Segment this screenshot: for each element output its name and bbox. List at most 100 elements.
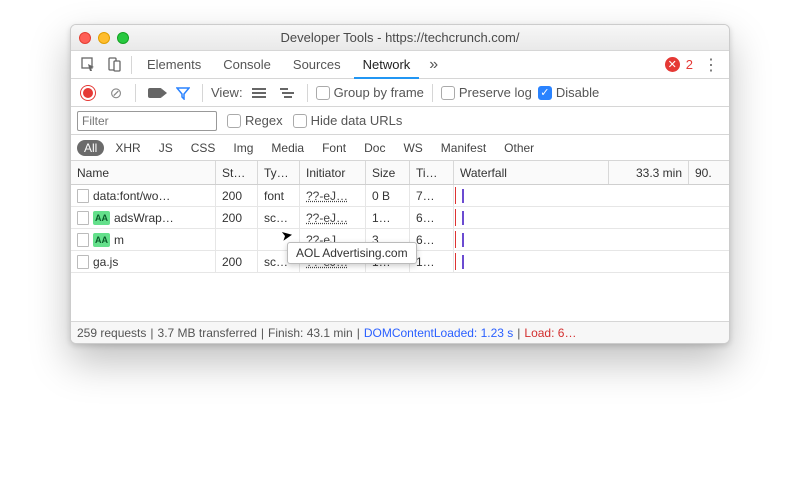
- col-time[interactable]: Ti…: [410, 161, 454, 184]
- error-count[interactable]: 2: [686, 57, 693, 72]
- cursor-icon: ➤: [280, 226, 295, 245]
- divider: [135, 84, 136, 102]
- type-ws[interactable]: WS: [396, 140, 429, 156]
- preserve-log-label: Preserve log: [459, 85, 532, 100]
- type-js[interactable]: JS: [152, 140, 180, 156]
- row-status: 200: [216, 185, 258, 206]
- col-end: 90.: [689, 161, 729, 184]
- row-time: 6…: [410, 207, 454, 228]
- filter-input[interactable]: [77, 111, 217, 131]
- table-row[interactable]: AA adsWrap… 200 sc… ??-eJ… 1… 6…: [71, 207, 729, 229]
- group-by-frame-checkbox[interactable]: Group by frame: [316, 85, 424, 100]
- type-xhr[interactable]: XHR: [108, 140, 147, 156]
- waterfall-bar: [462, 189, 464, 203]
- record-icon[interactable]: [77, 82, 99, 104]
- divider: [432, 84, 433, 102]
- regex-label: Regex: [245, 113, 283, 128]
- status-finish: Finish: 43.1 min: [268, 326, 353, 340]
- hide-data-urls-label: Hide data URLs: [311, 113, 403, 128]
- col-name[interactable]: Name: [71, 161, 216, 184]
- devtools-window: Developer Tools - https://techcrunch.com…: [70, 24, 730, 344]
- row-status: [216, 229, 258, 250]
- tooltip: AOL Advertising.com: [287, 242, 417, 264]
- type-manifest[interactable]: Manifest: [434, 140, 493, 156]
- type-all[interactable]: All: [77, 140, 104, 156]
- tab-elements[interactable]: Elements: [138, 51, 210, 79]
- file-icon: [77, 233, 89, 247]
- large-rows-icon[interactable]: [249, 82, 271, 104]
- device-toggle-icon[interactable]: [103, 54, 125, 76]
- row-name: m: [114, 233, 124, 247]
- status-domcontentloaded: DOMContentLoaded: 1.23 s: [364, 326, 513, 340]
- status-requests: 259 requests: [77, 326, 146, 340]
- titlebar: Developer Tools - https://techcrunch.com…: [71, 25, 729, 51]
- regex-checkbox[interactable]: Regex: [227, 113, 283, 128]
- status-sep: |: [517, 326, 520, 340]
- network-toolbar: ⊘ View: Group by frame Preserve log ✓Dis…: [71, 79, 729, 107]
- file-icon: [77, 189, 89, 203]
- type-media[interactable]: Media: [264, 140, 311, 156]
- disable-label: Disable: [556, 85, 599, 100]
- col-initiator[interactable]: Initiator: [300, 161, 366, 184]
- clear-icon[interactable]: ⊘: [105, 82, 127, 104]
- status-load: Load: 6…: [524, 326, 576, 340]
- disable-cache-checkbox[interactable]: ✓Disable: [538, 85, 599, 100]
- divider: [202, 84, 203, 102]
- filter-icon[interactable]: [172, 82, 194, 104]
- type-font[interactable]: Font: [315, 140, 353, 156]
- menu-icon[interactable]: ⋮: [699, 55, 723, 75]
- waterfall-bar: [462, 233, 464, 247]
- row-status: 200: [216, 251, 258, 272]
- file-icon: [77, 211, 89, 225]
- overflow-tabs-icon[interactable]: »: [423, 56, 444, 74]
- hide-data-urls-checkbox[interactable]: Hide data URLs: [293, 113, 403, 128]
- status-sep: |: [150, 326, 153, 340]
- ad-badge-icon: AA: [93, 233, 110, 247]
- camera-icon[interactable]: [144, 82, 166, 104]
- status-bar: 259 requests | 3.7 MB transferred | Fini…: [71, 321, 729, 343]
- type-img[interactable]: Img: [226, 140, 260, 156]
- row-type: font: [258, 185, 300, 206]
- row-name: adsWrap…: [114, 211, 174, 225]
- panel-tabbar: Elements Console Sources Network » ✕ 2 ⋮: [71, 51, 729, 79]
- file-icon: [77, 255, 89, 269]
- small-rows-icon[interactable]: [277, 82, 299, 104]
- type-css[interactable]: CSS: [184, 140, 223, 156]
- col-waterfall[interactable]: Waterfall: [454, 161, 609, 184]
- row-size: 1…: [366, 207, 410, 228]
- group-by-frame-label: Group by frame: [334, 85, 424, 100]
- col-size[interactable]: Size: [366, 161, 410, 184]
- col-status[interactable]: St…: [216, 161, 258, 184]
- waterfall-bar: [462, 255, 464, 269]
- row-type: sc…: [258, 207, 300, 228]
- row-size: 0 B: [366, 185, 410, 206]
- row-status: 200: [216, 207, 258, 228]
- tab-console[interactable]: Console: [214, 51, 280, 79]
- row-time: 7…: [410, 185, 454, 206]
- status-transferred: 3.7 MB transferred: [158, 326, 257, 340]
- status-sep: |: [261, 326, 264, 340]
- type-other[interactable]: Other: [497, 140, 541, 156]
- tab-network[interactable]: Network: [354, 51, 420, 79]
- col-type[interactable]: Ty…: [258, 161, 300, 184]
- grid-header: Name St… Ty… Initiator Size Ti… Waterfal…: [71, 161, 729, 185]
- inspect-icon[interactable]: [77, 54, 99, 76]
- error-badge-icon[interactable]: ✕: [665, 57, 680, 72]
- table-row[interactable]: data:font/wo… 200 font ??-eJ… 0 B 7…: [71, 185, 729, 207]
- view-label: View:: [211, 85, 243, 100]
- col-timescale: 33.3 min: [609, 161, 689, 184]
- type-filter-bar: All XHR JS CSS Img Media Font Doc WS Man…: [71, 135, 729, 161]
- row-initiator[interactable]: ??-eJ…: [306, 189, 348, 203]
- row-name: data:font/wo…: [93, 189, 170, 203]
- status-sep: |: [357, 326, 360, 340]
- type-doc[interactable]: Doc: [357, 140, 392, 156]
- preserve-log-checkbox[interactable]: Preserve log: [441, 85, 532, 100]
- divider: [131, 56, 132, 74]
- waterfall-bar: [462, 211, 464, 225]
- row-name: ga.js: [93, 255, 118, 269]
- tab-sources[interactable]: Sources: [284, 51, 350, 79]
- ad-badge-icon: AA: [93, 211, 110, 225]
- row-initiator[interactable]: ??-eJ…: [306, 211, 348, 225]
- filter-bar: Regex Hide data URLs: [71, 107, 729, 135]
- divider: [307, 84, 308, 102]
